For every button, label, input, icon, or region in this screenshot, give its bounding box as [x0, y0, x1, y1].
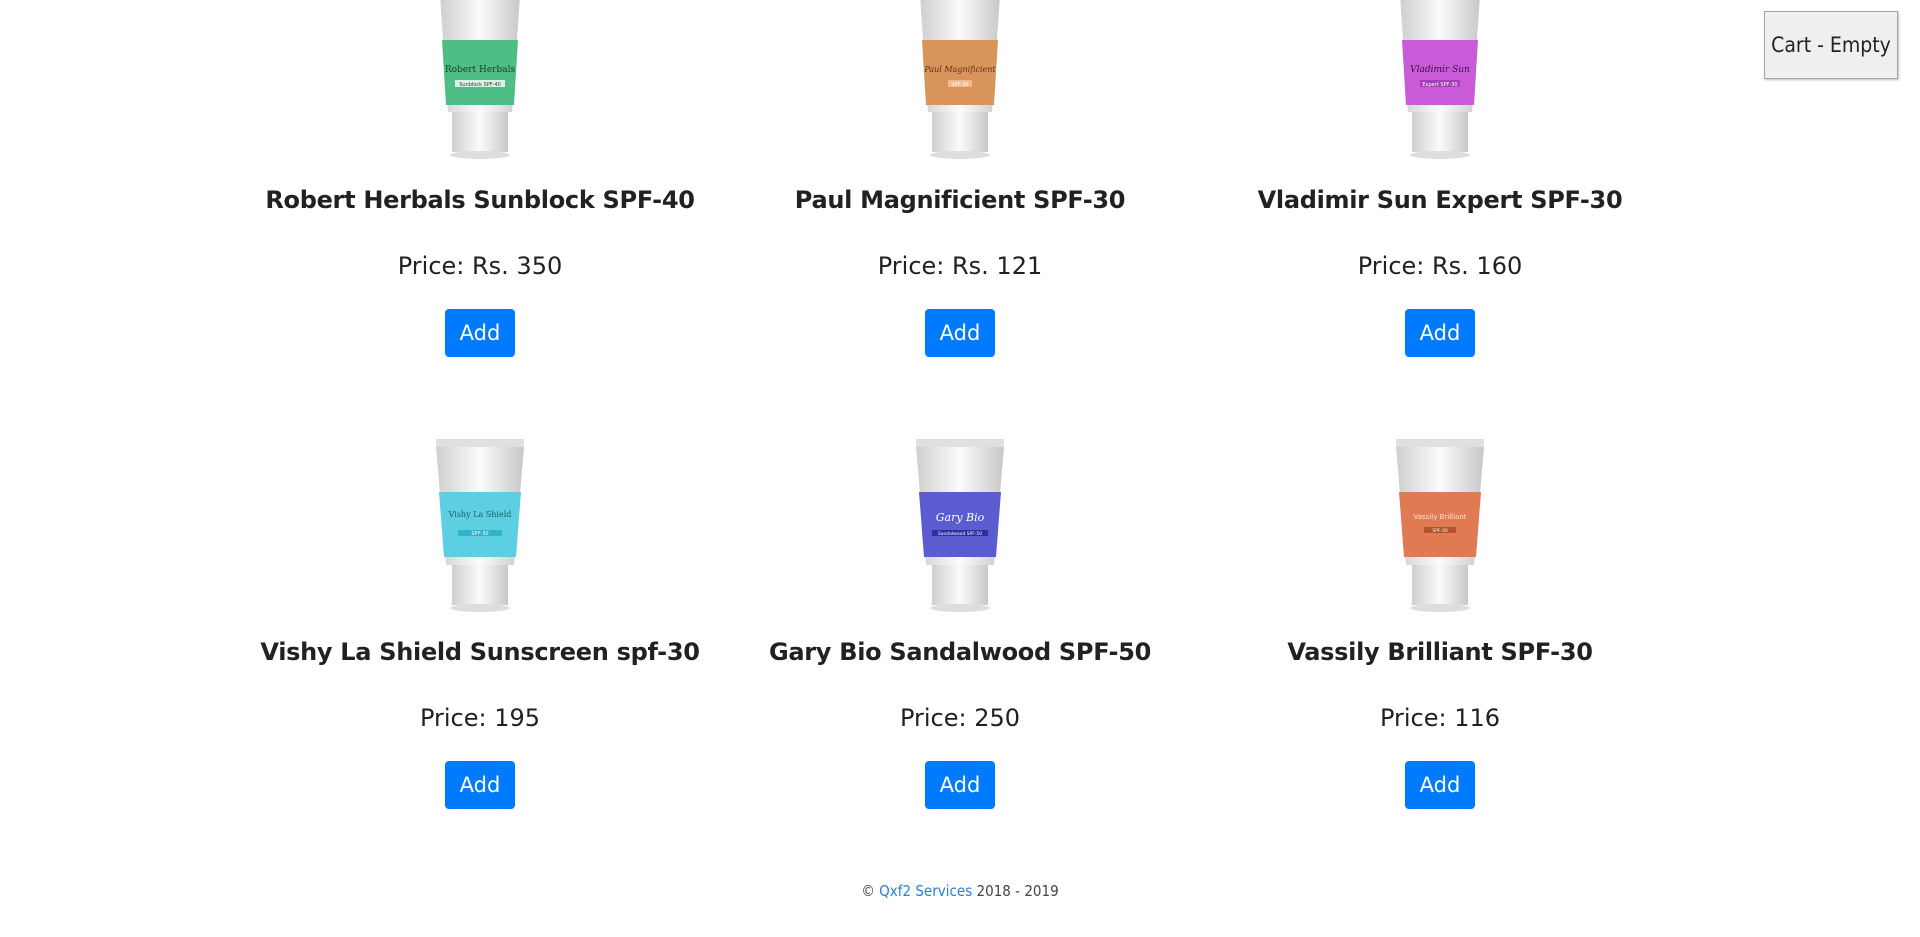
tube-brand-text: Vishy La Shield [448, 510, 512, 519]
product-price: Price: 116 [1379, 704, 1501, 732]
add-button[interactable]: Add [445, 761, 515, 809]
sunscreen-tube-icon: Gary Bio Sandalwood SPF-50 [916, 439, 1004, 612]
product-image: Paul Magnificient SPF-30 [910, 0, 1010, 169]
footer: © Qxf2 Services 2018 - 2019 [0, 882, 1920, 900]
tube-brand-text: Vladimir Sun [1410, 65, 1470, 75]
product-price: Price: Rs. 350 [397, 252, 563, 280]
product-price: Price: Rs. 121 [877, 252, 1043, 280]
product-name: Vassily Brilliant SPF-30 [1287, 638, 1593, 666]
product-price: Price: 250 [899, 704, 1021, 732]
tube-brand-text: Robert Herbals [445, 65, 516, 75]
tube-sub-text: SPF-30 [951, 82, 968, 88]
sunscreen-tube-icon: Vassily Brilliant SPF-30 [1396, 439, 1484, 612]
product-name: Gary Bio Sandalwood SPF-50 [768, 638, 1152, 666]
tube-label-band [919, 492, 1001, 557]
tube-sub-text: Sandalwood SPF-50 [938, 531, 982, 537]
tube-sub-text: Expert SPF-30 [1422, 82, 1457, 88]
add-button[interactable]: Add [445, 309, 515, 357]
product-image: Robert Herbals Sunblock SPF-40 [430, 0, 530, 169]
tube-sub-text: Sunblock SPF-40 [459, 82, 501, 88]
product-name: Vishy La Shield Sunscreen spf-30 [260, 638, 700, 666]
sunscreen-tube-icon: Vishy La Shield SPF-30 [436, 439, 524, 612]
copyright-years: 2018 - 2019 [976, 882, 1059, 900]
product-name: Robert Herbals Sunblock SPF-40 [265, 186, 695, 214]
copyright-symbol: © [861, 882, 875, 900]
product-image: Vishy La Shield SPF-30 [430, 437, 530, 621]
tube-brand-text: Vassily Brilliant [1413, 513, 1466, 521]
product-name: Paul Magnificient SPF-30 [794, 186, 1126, 214]
add-button[interactable]: Add [925, 309, 995, 357]
product-image: Vassily Brilliant SPF-30 [1390, 437, 1490, 621]
product-price: Price: 195 [419, 704, 541, 732]
company-link[interactable]: Qxf2 Services [879, 882, 972, 900]
add-button[interactable]: Add [1405, 761, 1475, 809]
product-page: Cart - Empty Robert Herbals Sunblock SPF… [0, 0, 1920, 937]
add-button[interactable]: Add [925, 761, 995, 809]
tube-label-band [1399, 492, 1481, 557]
product-image: Gary Bio Sandalwood SPF-50 [910, 437, 1010, 621]
product-image: Vladimir Sun Expert SPF-30 [1390, 0, 1490, 169]
sunscreen-tube-icon: Vladimir Sun Expert SPF-30 [1400, 0, 1480, 159]
tube-brand-text: Gary Bio [936, 511, 985, 524]
tube-sub-text: SPF-30 [1432, 528, 1448, 534]
cart-button[interactable]: Cart - Empty [1764, 11, 1898, 79]
product-name: Vladimir Sun Expert SPF-30 [1257, 186, 1623, 214]
tube-sub-text: SPF-30 [471, 531, 488, 537]
tube-label-band [439, 492, 521, 557]
sunscreen-tube-icon: Robert Herbals Sunblock SPF-40 [440, 0, 520, 159]
sunscreen-tube-icon: Paul Magnificient SPF-30 [920, 0, 1000, 159]
product-price: Price: Rs. 160 [1357, 252, 1523, 280]
add-button[interactable]: Add [1405, 309, 1475, 357]
tube-brand-text: Paul Magnificient [923, 65, 996, 74]
